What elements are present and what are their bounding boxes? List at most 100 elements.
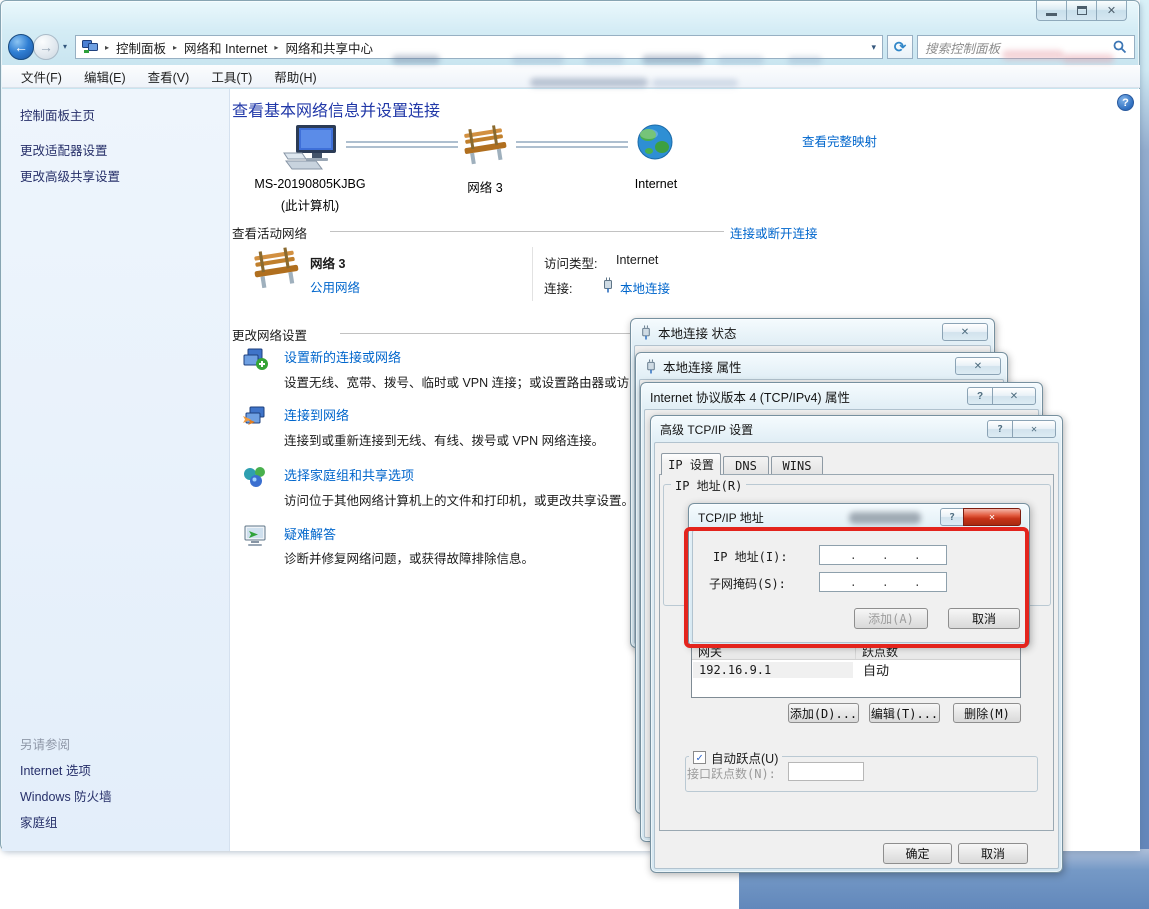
divider [532,247,533,301]
address-bar[interactable]: ▸ 控制面板 ▸ 网络和 Internet ▸ 网络和共享中心 ▾ [75,35,883,59]
check-icon: ✓ [696,753,703,763]
gateway-row[interactable]: 192.16.9.1 自动 [692,660,1020,679]
view-full-map-link[interactable]: 查看完整映射 [802,131,877,150]
help-button[interactable]: ? [1117,94,1134,111]
dialog-help-button[interactable]: ? [987,420,1013,438]
window-caption-buttons: ✕ [1037,1,1127,21]
active-network-name: 网络 3 [310,253,345,272]
computer-icon [282,123,340,171]
sidebar-item-control-panel-home[interactable]: 控制面板主页 [20,105,95,124]
address-dropdown-icon[interactable]: ▾ [871,42,876,53]
sidebar-item-internet-options[interactable]: Internet 选项 [20,760,91,779]
change-settings-header: 更改网络设置 [232,325,307,344]
blur-artifact [584,56,624,64]
menu-tools[interactable]: 工具(T) [200,64,263,89]
back-button[interactable]: ← [8,34,34,60]
breadcrumb-network-internet[interactable]: 网络和 Internet [184,38,267,57]
search-icon [1113,40,1127,54]
maximize-icon [1077,6,1087,15]
close-button[interactable]: ✕ [955,357,1001,375]
homegroup-options-link[interactable]: 选择家庭组和共享选项 [284,465,414,484]
close-button[interactable]: ✕ [942,323,988,341]
minimize-button[interactable] [1036,1,1067,21]
troubleshoot-link[interactable]: 疑难解答 [284,524,336,543]
tab-wins[interactable]: WINS [771,456,823,475]
ok-button[interactable]: 确定 [883,843,952,864]
active-networks-header: 查看活动网络 [232,223,307,242]
local-connection-link[interactable]: 本地连接 [620,278,670,297]
map-connector [516,141,628,148]
breadcrumb-network-sharing[interactable]: 网络和共享中心 [285,38,373,57]
crumb-separator-icon: ▸ [171,43,179,52]
gateways-table[interactable]: 网关 跃点数 192.16.9.1 自动 [691,641,1021,698]
chevron-down-icon: ▾ [63,42,67,51]
public-network-link[interactable]: 公用网络 [310,277,360,296]
refresh-button[interactable]: ⟳ [887,35,913,59]
map-network-label: 网络 3 [425,177,545,196]
blur-artifact [849,512,921,524]
help-icon: ? [977,391,983,402]
internet-globe-icon [636,123,674,161]
page-title: 查看基本网络信息并设置连接 [232,97,440,121]
menu-view[interactable]: 查看(V) [137,64,201,89]
close-icon: ✕ [1031,424,1037,435]
breadcrumb-control-panel[interactable]: 控制面板 [116,38,166,57]
auto-metric-checkbox[interactable]: ✓ [693,751,706,764]
menu-help[interactable]: 帮助(H) [263,64,327,89]
maximize-button[interactable] [1066,1,1097,21]
forward-button[interactable]: → [33,34,59,60]
menu-file[interactable]: 文件(F) [10,64,73,89]
setup-new-connection-link[interactable]: 设置新的连接或网络 [284,347,401,366]
connection-label: 连接: [544,278,572,297]
setup-new-connection-desc: 设置无线、宽带、拨号、临时或 VPN 连接；或设置路由器或访问点。 [284,372,667,391]
dialog-title: 本地连接 属性 [663,357,741,376]
blur-artifact [392,55,440,64]
section-divider [330,231,724,232]
blur-artifact [788,56,822,64]
dialog-title: 高级 TCP/IP 设置 [660,421,753,438]
dialog-help-button[interactable]: ? [967,387,993,405]
cancel-button[interactable]: 取消 [958,843,1028,864]
network-bench-icon [252,245,300,291]
close-button[interactable]: ✕ [1096,1,1127,21]
sidebar-item-windows-firewall[interactable]: Windows 防火墙 [20,786,112,805]
access-type-label: 访问类型: [544,253,597,272]
close-icon: ✕ [961,327,969,338]
sidebar-item-change-adapter[interactable]: 更改适配器设置 [20,140,108,159]
interface-metric-label: 接口跃点数(N): [687,765,776,782]
crumb-separator-icon: ▸ [272,43,280,52]
close-icon: ✕ [1107,4,1116,17]
ethernet-plug-icon [645,359,657,374]
menu-edit[interactable]: 编辑(E) [73,64,137,89]
connect-to-network-link[interactable]: 连接到网络 [284,405,349,424]
red-highlight-annotation [684,527,1029,648]
dialog-help-button[interactable]: ? [940,508,964,526]
dialog-title: Internet 协议版本 4 (TCP/IPv4) 属性 [650,387,850,406]
map-connector [346,141,458,148]
map-internet-label: Internet [596,177,716,191]
gateway-value: 192.16.9.1 [693,662,853,678]
close-button[interactable]: ✕ [992,387,1036,405]
tab-ip-settings[interactable]: IP 设置 [661,453,721,475]
edit-gateway-button[interactable]: 编辑(T)... [869,703,940,723]
minimize-icon [1046,13,1057,16]
connect-disconnect-link[interactable]: 连接或断开连接 [730,223,818,242]
ethernet-plug-icon [602,277,614,293]
close-button[interactable]: ✕ [1012,420,1056,438]
back-icon: ← [14,39,28,55]
close-icon: ✕ [989,512,995,523]
network-bench-icon [462,123,508,167]
delete-gateway-button[interactable]: 删除(M) [953,703,1021,723]
tab-dns[interactable]: DNS [723,456,769,475]
sidebar: 控制面板主页 更改适配器设置 更改高级共享设置 另请参阅 Internet 选项… [2,89,230,851]
add-gateway-button[interactable]: 添加(D)... [788,703,859,723]
recent-pages-dropdown[interactable]: ▾ [63,42,67,51]
troubleshoot-desc: 诊断并修复网络问题，或获得故障排除信息。 [284,548,534,567]
homegroup-options-desc: 访问位于其他网络计算机上的文件和打印机，或更改共享设置。 [284,490,634,509]
ethernet-plug-icon [640,325,652,340]
close-button[interactable]: ✕ [963,508,1021,526]
sidebar-item-homegroup[interactable]: 家庭组 [20,812,58,831]
interface-metric-field[interactable] [788,762,864,781]
sidebar-item-advanced-sharing[interactable]: 更改高级共享设置 [20,166,120,185]
close-icon: ✕ [974,361,982,372]
